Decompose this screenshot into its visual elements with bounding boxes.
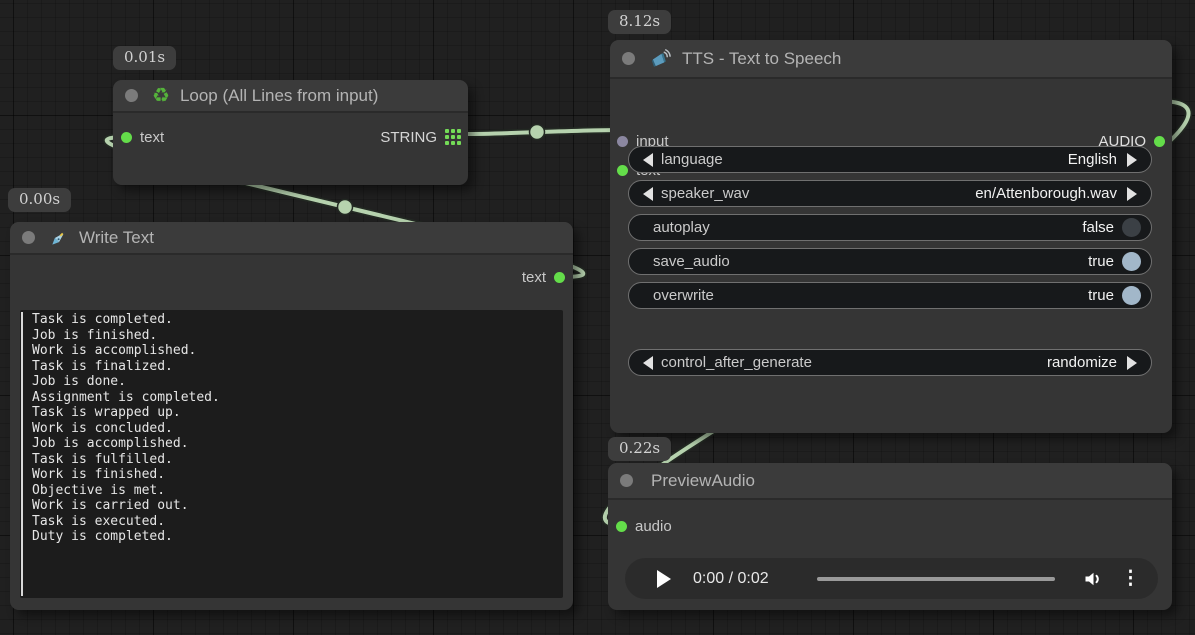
output-type-label: STRING [380, 129, 437, 146]
loop-output-string: STRING [380, 126, 461, 148]
toggle-knob[interactable] [1122, 218, 1141, 237]
widget-label: overwrite [653, 287, 714, 304]
volume-icon[interactable] [1081, 567, 1105, 591]
toggle-knob[interactable] [1122, 286, 1141, 305]
recycle-icon: ♻ [152, 86, 170, 106]
node-loop-titlebar[interactable]: ♻ Loop (All Lines from input) [113, 80, 468, 113]
loop-input-text: text [121, 126, 164, 148]
write-text-output: text [522, 266, 565, 288]
widget-value: randomize [812, 354, 1117, 371]
input-port[interactable] [617, 165, 628, 176]
widget-value: true [714, 287, 1114, 304]
seek-bar[interactable] [817, 577, 1055, 581]
timing-badge-preview: 0.22s [608, 437, 671, 461]
kebab-menu-icon[interactable]: ⋮ [1121, 569, 1140, 588]
output-port[interactable] [1154, 136, 1165, 147]
collapse-dot[interactable] [620, 474, 633, 487]
widget-label: save_audio [653, 253, 730, 270]
collapse-dot[interactable] [22, 231, 35, 244]
preview-input-audio: audio [616, 515, 672, 537]
arrow-left-icon[interactable] [643, 187, 653, 201]
node-graph-canvas[interactable]: 0.01s 0.00s 8.12s 0.22s ♻ Loop (All Line… [0, 0, 1195, 635]
node-preview-audio[interactable]: PreviewAudio audio 0:00 / 0:02 ⋮ [608, 463, 1172, 610]
widget-label: speaker_wav [661, 185, 749, 202]
timing-badge-tts: 8.12s [608, 10, 671, 34]
collapse-dot[interactable] [622, 52, 635, 65]
widget-value: false [710, 219, 1114, 236]
node-title: Loop (All Lines from input) [180, 86, 378, 106]
port-label: text [140, 129, 164, 146]
play-icon[interactable] [657, 570, 671, 588]
input-port[interactable] [617, 136, 628, 147]
node-tts[interactable]: TTS - Text to Speech input AUDIO text la… [610, 40, 1172, 433]
arrow-right-icon[interactable] [1127, 356, 1137, 370]
widget-label: language [661, 151, 723, 168]
node-title: PreviewAudio [651, 471, 755, 491]
node-preview-audio-titlebar[interactable]: PreviewAudio [608, 463, 1172, 500]
input-port[interactable] [121, 132, 132, 143]
timing-badge-loop: 0.01s [113, 46, 176, 70]
widget-speaker-wav[interactable]: speaker_wav en/Attenborough.wav [628, 180, 1152, 207]
audio-player[interactable]: 0:00 / 0:02 ⋮ [625, 558, 1158, 599]
wire-midpoint-dot[interactable] [338, 200, 353, 215]
node-write-text-titlebar[interactable]: Write Text [10, 222, 573, 255]
loudspeaker-icon [649, 47, 672, 70]
widget-language[interactable]: language English [628, 146, 1152, 173]
grid-batch-icon[interactable] [445, 129, 461, 145]
toggle-knob[interactable] [1122, 252, 1141, 271]
arrow-left-icon[interactable] [643, 153, 653, 167]
input-port[interactable] [616, 521, 627, 532]
collapse-dot[interactable] [125, 89, 138, 102]
node-title: TTS - Text to Speech [682, 49, 841, 69]
text-widget[interactable]: Task is completed. Job is finished. Work… [20, 310, 563, 598]
node-write-text[interactable]: Write Text text Task is completed. Job i… [10, 222, 573, 610]
node-title: Write Text [79, 228, 154, 248]
arrow-left-icon[interactable] [643, 356, 653, 370]
textarea-scrollbar[interactable] [21, 312, 23, 596]
node-tts-titlebar[interactable]: TTS - Text to Speech [610, 40, 1172, 79]
pen-icon [49, 228, 69, 248]
playback-time: 0:00 / 0:02 [693, 570, 789, 588]
widget-control-after-generate[interactable]: control_after_generate randomize [628, 349, 1152, 376]
widget-save-audio[interactable]: save_audio true [628, 248, 1152, 275]
widget-overwrite[interactable]: overwrite true [628, 282, 1152, 309]
widget-label: control_after_generate [661, 354, 812, 371]
widget-label: autoplay [653, 219, 710, 236]
arrow-right-icon[interactable] [1127, 153, 1137, 167]
arrow-right-icon[interactable] [1127, 187, 1137, 201]
widget-value: English [723, 151, 1117, 168]
widget-autoplay[interactable]: autoplay false [628, 214, 1152, 241]
output-port[interactable] [554, 272, 565, 283]
port-label: audio [635, 518, 672, 535]
wire-midpoint-dot[interactable] [530, 125, 545, 140]
node-loop[interactable]: ♻ Loop (All Lines from input) text STRIN… [113, 80, 468, 185]
timing-badge-write-text: 0.00s [8, 188, 71, 212]
widget-value: true [730, 253, 1114, 270]
widget-value: en/Attenborough.wav [749, 185, 1117, 202]
port-label: text [522, 269, 546, 286]
